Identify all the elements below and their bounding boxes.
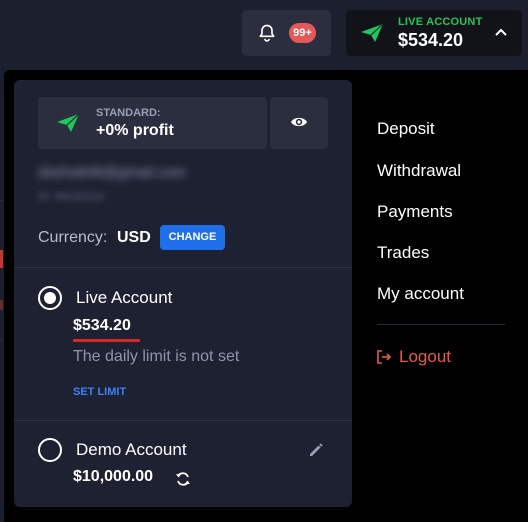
live-account-balance: $534.20 bbox=[73, 317, 131, 334]
user-email: dashaleltt@gmail.com bbox=[38, 164, 186, 181]
menu-item-my-account[interactable]: My account bbox=[377, 284, 464, 304]
pencil-icon[interactable] bbox=[308, 442, 324, 458]
menu-item-trades[interactable]: Trades bbox=[377, 243, 429, 263]
plan-profit: +0% profit bbox=[96, 122, 174, 139]
chevron-up-icon bbox=[495, 28, 507, 36]
chart-candle bbox=[0, 300, 3, 310]
menu-item-payments[interactable]: Payments bbox=[377, 202, 453, 222]
live-account-radio[interactable] bbox=[38, 286, 62, 310]
paper-plane-icon bbox=[361, 23, 384, 42]
account-balance: $534.20 bbox=[398, 30, 464, 50]
toggle-visibility-button[interactable] bbox=[270, 97, 328, 149]
demo-account-radio[interactable] bbox=[38, 438, 62, 462]
divider bbox=[14, 267, 352, 268]
notification-count-badge: 99+ bbox=[289, 23, 316, 43]
account-card: STANDARD: +0% profit dashaleltt@gmail.co… bbox=[14, 80, 352, 507]
plan-box[interactable]: STANDARD: +0% profit bbox=[38, 97, 267, 149]
live-account-title[interactable]: Live Account bbox=[76, 288, 172, 308]
logout-icon bbox=[377, 350, 392, 364]
divider bbox=[14, 420, 352, 421]
account-type-label: LIVE ACCOUNT bbox=[398, 16, 483, 28]
notifications-button[interactable]: 99+ bbox=[242, 10, 331, 56]
plan-name: STANDARD: bbox=[96, 107, 161, 119]
change-currency-button[interactable]: CHANGE bbox=[160, 225, 225, 250]
user-id: ID: 59132214 bbox=[38, 191, 105, 203]
bell-icon bbox=[259, 24, 275, 42]
menu-item-deposit[interactable]: Deposit bbox=[377, 119, 435, 139]
chart-candle bbox=[0, 250, 3, 268]
account-switcher-button[interactable]: LIVE ACCOUNT $534.20 bbox=[346, 10, 522, 56]
refresh-icon[interactable] bbox=[175, 471, 191, 487]
demo-account-title[interactable]: Demo Account bbox=[76, 440, 187, 460]
active-account-underline bbox=[73, 339, 140, 342]
daily-limit-text: The daily limit is not set bbox=[73, 348, 240, 365]
paper-plane-icon bbox=[57, 113, 80, 132]
logout-label: Logout bbox=[399, 347, 451, 366]
currency-value: USD bbox=[117, 229, 151, 246]
demo-account-balance: $10,000.00 bbox=[73, 468, 154, 485]
currency-label: Currency: bbox=[38, 229, 108, 246]
menu-item-withdrawal[interactable]: Withdrawal bbox=[377, 161, 461, 181]
menu-divider bbox=[377, 324, 505, 325]
set-limit-link[interactable]: SET LIMIT bbox=[73, 386, 126, 398]
eye-icon bbox=[291, 117, 307, 127]
